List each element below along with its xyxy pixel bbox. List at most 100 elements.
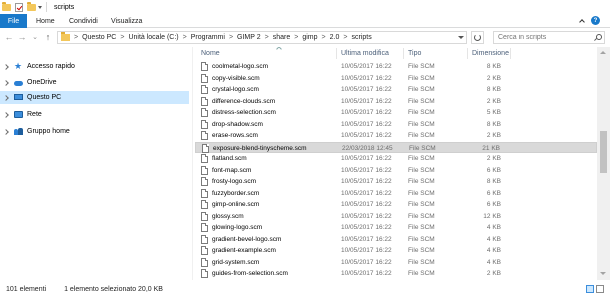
search-input[interactable] <box>498 34 594 41</box>
file-name-cell: coolmetal-logo.scm <box>201 61 268 72</box>
table-row[interactable]: gradient-example.scm 10/05/2017 16:22 File… <box>195 245 597 256</box>
column-header-name[interactable]: Nome <box>201 47 220 60</box>
column-divider[interactable] <box>467 48 468 59</box>
table-row[interactable]: erase-rows.scm 10/05/2017 16:22 File SCM 2 … <box>195 130 597 141</box>
tab-home[interactable]: Home <box>36 14 55 28</box>
column-divider[interactable] <box>336 48 337 59</box>
breadcrumb-share[interactable]: share <box>273 34 291 41</box>
table-row[interactable]: drop-shadow.scm 10/05/2017 16:22 File SCM 8… <box>195 119 597 130</box>
tab-file[interactable]: File <box>0 14 27 28</box>
table-row[interactable]: glowing-logo.scm 10/05/2017 16:22 File SCM… <box>195 222 597 233</box>
table-row[interactable]: guides-from-selection.scm 10/05/2017 16:2… <box>195 268 597 279</box>
help-icon[interactable]: ? <box>591 16 600 25</box>
breadcrumb-version[interactable]: 2.0 <box>330 34 340 41</box>
file-size: 8 KB <box>486 63 501 70</box>
expand-icon[interactable] <box>3 128 11 136</box>
file-date: 10/05/2017 16:22 <box>341 97 392 105</box>
expand-ribbon-icon[interactable] <box>579 18 585 24</box>
expand-icon[interactable] <box>3 63 11 71</box>
table-row[interactable]: copy-visible.scm 10/05/2017 16:22 File SCM… <box>195 73 597 84</box>
column-divider[interactable] <box>403 48 404 59</box>
address-bar[interactable]: > Questo PC > Unità locale (C:) > Progra… <box>57 31 467 44</box>
forward-icon[interactable]: → <box>17 32 27 42</box>
table-row[interactable]: glossy.scm 10/05/2017 16:22 File SCM 12 KB <box>195 211 597 222</box>
up-icon[interactable]: ↑ <box>43 32 53 42</box>
table-row[interactable]: font-map.scm 10/05/2017 16:22 File SCM 6 KB <box>195 165 597 176</box>
file-name: distress-selection.scm <box>212 109 276 116</box>
breadcrumb-gimp[interactable]: gimp <box>302 34 317 41</box>
column-header-type[interactable]: Tipo <box>408 47 421 60</box>
navigation-pane: ★ Accesso rapido OneDrive Questo PC Rete… <box>0 47 193 280</box>
file-size: 2 KB <box>486 74 501 82</box>
table-row[interactable]: difference-clouds.scm 10/05/2017 16:22 Fil… <box>195 96 597 107</box>
customize-toolbar-icon[interactable] <box>37 3 43 11</box>
file-date: 10/05/2017 16:22 <box>341 132 392 139</box>
file-size: 8 KB <box>486 86 501 93</box>
nav-item-quick-access[interactable]: ★ Accesso rapido <box>0 60 189 73</box>
file-size: 2 KB <box>486 270 501 277</box>
title-bar: scripts <box>0 0 610 14</box>
file-date: 10/05/2017 16:22 <box>341 201 392 208</box>
file-type: File SCM <box>408 235 435 243</box>
recent-locations-icon[interactable]: ⌄ <box>30 32 40 42</box>
breadcrumb-this-pc[interactable]: Questo PC <box>82 34 116 41</box>
breadcrumb-programs[interactable]: Programmi <box>191 34 225 41</box>
file-date: 10/05/2017 16:22 <box>341 280 392 281</box>
breadcrumb-separator: > <box>182 34 187 41</box>
column-header-size[interactable]: Dimensione <box>472 47 509 60</box>
column-divider[interactable] <box>510 48 511 59</box>
expand-icon[interactable] <box>3 79 11 87</box>
column-header-date[interactable]: Ultima modifica <box>341 47 389 60</box>
expand-icon[interactable] <box>3 94 11 102</box>
file-name-cell: guides-new.scm <box>201 280 259 281</box>
search-box[interactable] <box>493 31 605 44</box>
table-row[interactable]: coolmetal-logo.scm 10/05/2017 16:22 File S… <box>195 61 597 72</box>
table-row[interactable]: fuzzyborder.scm 10/05/2017 16:22 File SCM 6… <box>195 188 597 199</box>
table-row[interactable]: exposure-blend-tinyscheme.scm 22/03/2018 … <box>195 141 597 153</box>
breadcrumb-gimp2[interactable]: GIMP 2 <box>237 34 261 41</box>
new-folder-icon[interactable] <box>27 2 36 11</box>
file-size: 2 KB <box>487 280 501 281</box>
table-row[interactable]: crystal-logo.scm 10/05/2017 16:22 File SCM… <box>195 84 597 95</box>
tab-share[interactable]: Condividi <box>69 14 98 28</box>
tab-view[interactable]: Visualizza <box>111 14 142 28</box>
file-type: File SCM <box>408 132 435 139</box>
file-name-cell: flatland.scm <box>201 153 247 164</box>
breadcrumb-scripts[interactable]: scripts <box>351 34 371 41</box>
scroll-down-icon[interactable] <box>600 271 607 277</box>
scroll-up-icon[interactable] <box>600 50 607 56</box>
nav-item-homegroup[interactable]: Gruppo home <box>0 125 189 138</box>
nav-item-onedrive[interactable]: OneDrive <box>0 76 189 89</box>
refresh-button[interactable] <box>471 31 484 44</box>
file-icon <box>201 234 208 244</box>
table-row[interactable]: gimp-online.scm 10/05/2017 16:22 File SCM 6… <box>195 199 597 210</box>
properties-icon[interactable] <box>15 2 23 12</box>
vertical-scrollbar[interactable] <box>597 47 610 280</box>
nav-item-this-pc[interactable]: Questo PC <box>0 91 189 104</box>
file-icon <box>201 200 208 209</box>
back-icon[interactable]: ← <box>4 32 14 42</box>
file-icon <box>201 62 208 71</box>
file-name-cell: gradient-example.scm <box>201 245 276 256</box>
address-dropdown-icon[interactable] <box>458 36 464 40</box>
scroll-thumb[interactable] <box>600 131 607 173</box>
table-row[interactable]: distress-selection.scm 10/05/2017 16:22 Fi… <box>195 107 597 118</box>
file-icon <box>202 143 209 153</box>
nav-item-label: Gruppo home <box>27 128 70 135</box>
table-row[interactable]: gradient-bevel-logo.scm 10/05/2017 16:22 F… <box>195 234 597 245</box>
table-row[interactable]: frosty-logo.scm 10/05/2017 16:22 File SCM 8… <box>195 176 597 187</box>
table-row[interactable]: guides-new.scm 10/05/2017 16:22 File SCM 2 … <box>195 280 597 281</box>
table-row[interactable]: grid-system.scm 10/05/2017 16:22 File SCM 4… <box>195 257 597 268</box>
file-date: 10/05/2017 16:22 <box>341 270 392 277</box>
table-row[interactable]: flatland.scm 10/05/2017 16:22 File SCM 2 KB <box>195 153 597 164</box>
file-date: 10/05/2017 16:22 <box>341 86 392 93</box>
file-icon <box>201 269 208 278</box>
breadcrumb-local-disk[interactable]: Unità locale (C:) <box>128 34 178 41</box>
file-type: File SCM <box>408 155 435 162</box>
large-icons-view-icon[interactable] <box>596 285 604 293</box>
file-name: flatland.scm <box>212 155 247 162</box>
file-type: File SCM <box>408 120 435 128</box>
nav-item-network[interactable]: Rete <box>0 108 189 121</box>
expand-icon[interactable] <box>3 111 11 119</box>
details-view-icon[interactable] <box>586 285 594 293</box>
